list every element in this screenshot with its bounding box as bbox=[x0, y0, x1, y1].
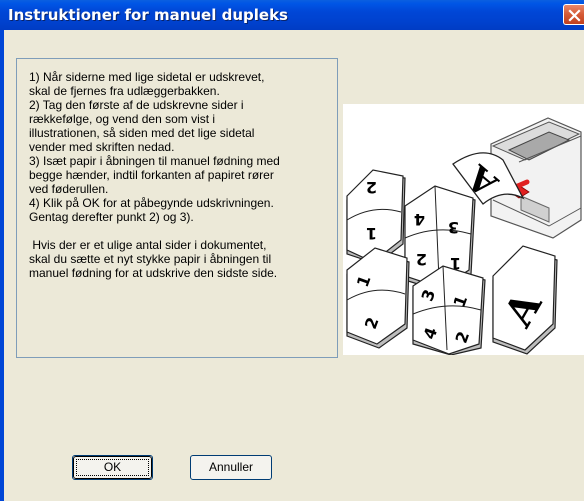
single-sheet-a: A bbox=[492, 245, 558, 355]
svg-text:2: 2 bbox=[366, 178, 377, 197]
ok-button[interactable]: OK bbox=[72, 455, 153, 480]
title-bar: Instruktioner for manuel dupleks bbox=[0, 0, 584, 30]
svg-text:3: 3 bbox=[448, 218, 459, 237]
close-icon bbox=[568, 9, 581, 22]
window-title: Instruktioner for manuel dupleks bbox=[8, 6, 288, 24]
cancel-button[interactable]: Annuller bbox=[190, 455, 272, 480]
svg-text:4: 4 bbox=[414, 210, 425, 229]
manual-duplex-illustration: A 2 1 4 3 2 1 1 2 3 1 4 2 A bbox=[343, 104, 584, 356]
cancel-button-label: Annuller bbox=[208, 460, 254, 474]
illustration-graphic: A 2 1 4 3 2 1 1 2 3 1 4 2 A bbox=[346, 117, 582, 356]
instructions-text: 1) Når siderne med lige sidetal er udskr… bbox=[29, 70, 280, 280]
close-button[interactable] bbox=[563, 4, 584, 25]
dialog-body: 1) Når siderne med lige sidetal er udskr… bbox=[4, 30, 584, 501]
svg-text:2: 2 bbox=[416, 250, 427, 269]
instructions-panel: 1) Når siderne med lige sidetal er udskr… bbox=[16, 58, 338, 358]
page-stack-left-bottom: 1 2 bbox=[346, 247, 410, 349]
svg-text:1: 1 bbox=[366, 224, 377, 243]
page-stack-middle-bottom: 3 1 4 2 bbox=[412, 265, 486, 356]
